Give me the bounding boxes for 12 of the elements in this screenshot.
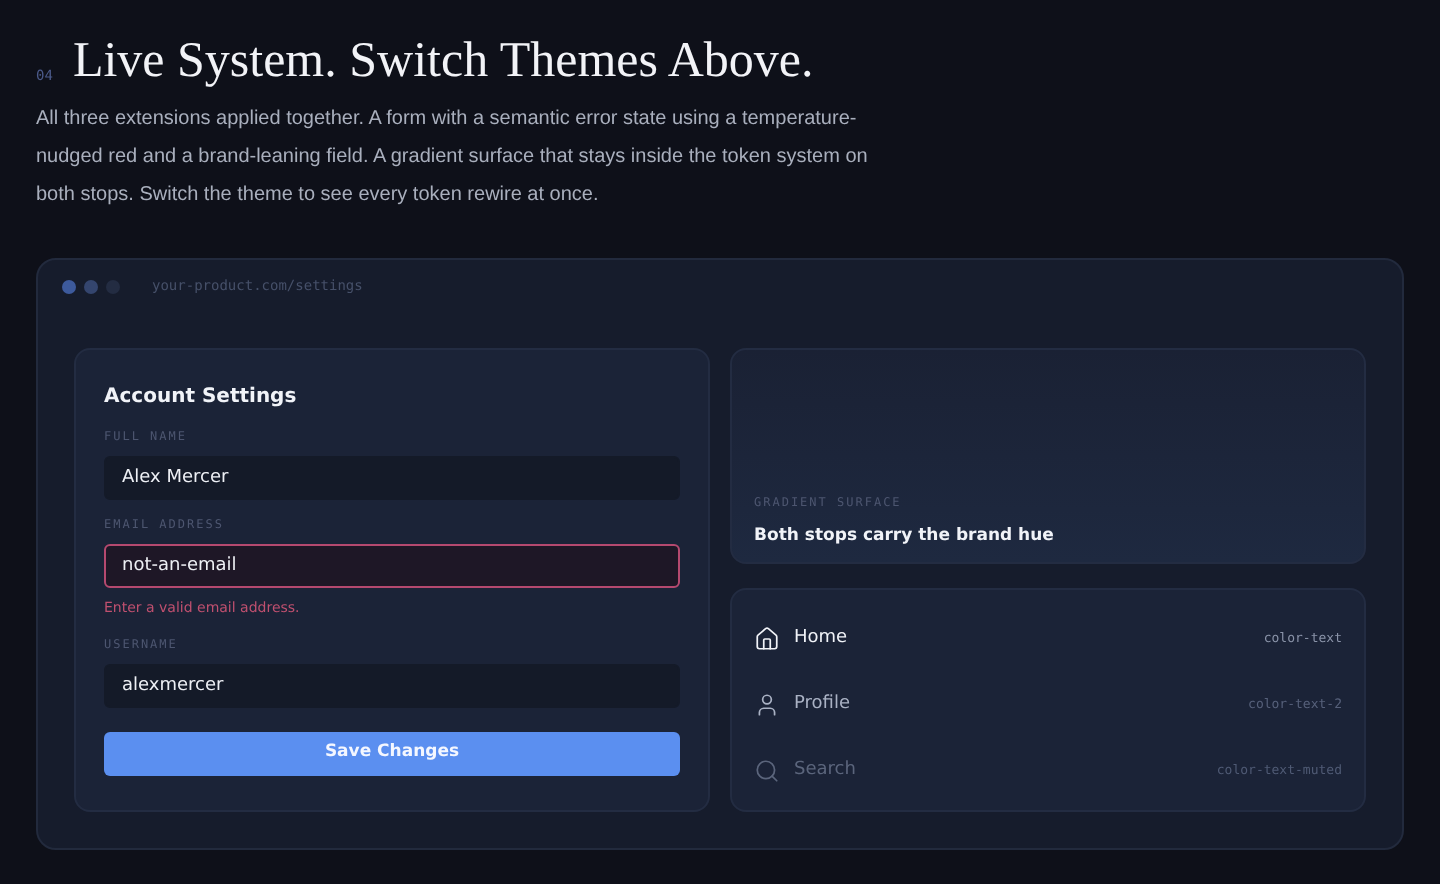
nav-item[interactable]: Profile (794, 691, 850, 719)
section-title: Live System. Switch Themes Above. (72, 32, 814, 92)
home-icon (754, 626, 780, 652)
section-description: All three extensions applied together. A form with a semantic error state using a temperature-nudged red and a brand-leaning field. A gradient surface that stays inside the token system on both stops. Switch the theme to see every token rewire at once. (36, 106, 870, 210)
input-field[interactable]: Alex Mercer (104, 456, 680, 500)
nav-item[interactable]: Home (794, 625, 848, 653)
form-title: Account Settings (104, 384, 299, 412)
gradient-caption: Both stops carry the brand hue (754, 524, 1056, 550)
input-field[interactable]: not-an-email (104, 544, 680, 588)
input-field[interactable]: alexmercer (104, 663, 680, 707)
search-icon (754, 758, 780, 784)
user-icon (754, 692, 780, 718)
